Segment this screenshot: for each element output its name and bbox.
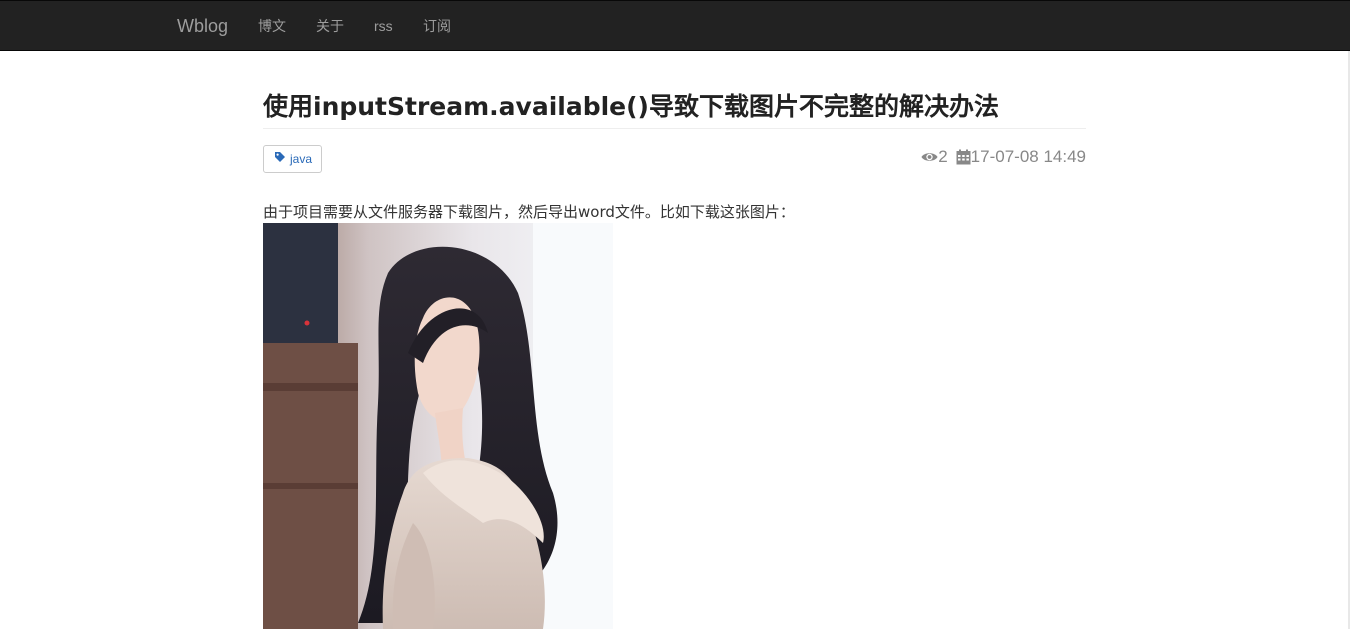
top-navbar: Wblog 博文 关于 rss 订阅: [0, 0, 1350, 51]
calendar-icon: [956, 149, 971, 165]
nav-item-posts[interactable]: 博文: [258, 17, 286, 35]
eye-icon: [921, 151, 938, 163]
article-photo: [263, 223, 613, 629]
nav-item-subscribe[interactable]: 订阅: [423, 17, 451, 35]
tag-java-button[interactable]: java: [263, 145, 323, 173]
view-count: 2: [938, 147, 948, 166]
title-divider: [263, 128, 1086, 129]
tag-label: java: [290, 152, 313, 166]
article-title: 使用inputStream.available()导致下载图片不完整的解决办法: [263, 92, 999, 121]
brand-link[interactable]: Wblog: [177, 15, 228, 37]
publish-date: 17-07-08 14:49: [970, 147, 1086, 166]
tag-icon: [274, 150, 286, 168]
nav-item-rss[interactable]: rss: [374, 17, 393, 35]
nav-item-about[interactable]: 关于: [316, 17, 344, 35]
article-meta: 2 17-07-08 14:49: [921, 147, 1086, 167]
article-intro: 由于项目需要从文件服务器下载图片，然后导出word文件。比如下载这张图片：: [263, 203, 795, 221]
